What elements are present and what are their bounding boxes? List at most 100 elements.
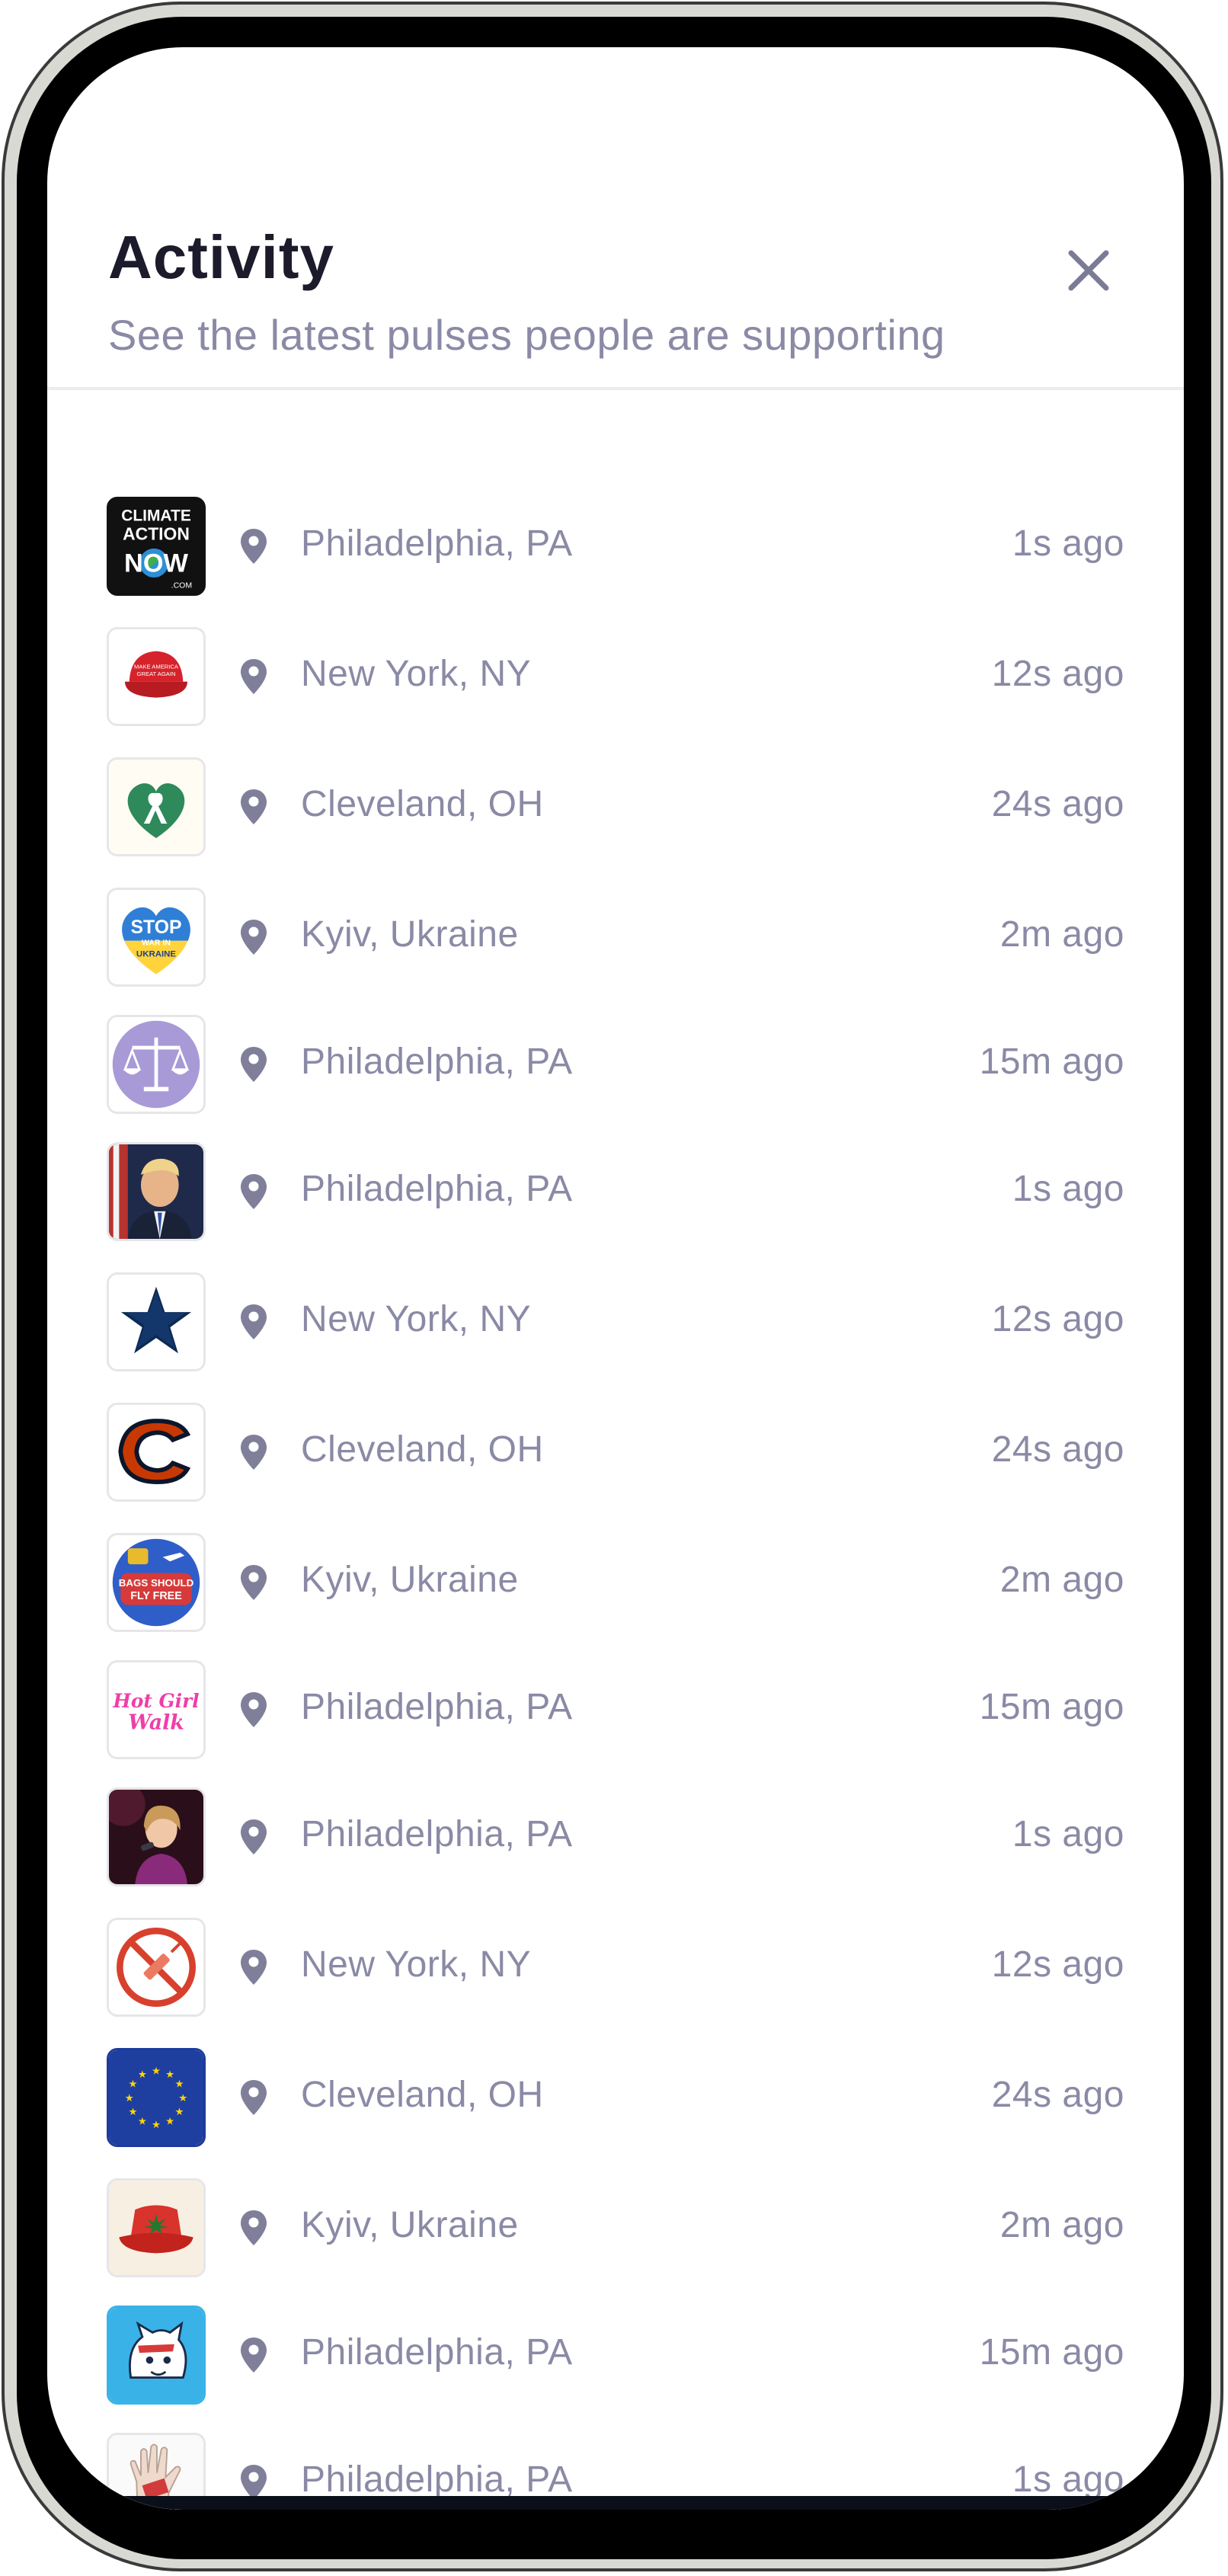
location-pin-icon xyxy=(241,2210,267,2245)
activity-row[interactable]: Philadelphia, PA 15m ago xyxy=(47,2306,1184,2405)
activity-time: 12s ago xyxy=(991,1944,1124,1985)
activity-location: Cleveland, OH xyxy=(301,2075,544,2115)
activity-time: 15m ago xyxy=(979,1042,1124,1082)
activity-time: 1s ago xyxy=(1012,1814,1124,1854)
activity-time: 1s ago xyxy=(1012,2459,1124,2500)
activity-row[interactable]: ★ ★ ★ ★ ★ ★ ★ ★ ★ ★ ★ ★ Cleveland, OH 24… xyxy=(47,2048,1184,2147)
location-pin-icon xyxy=(241,920,267,955)
svg-text:★: ★ xyxy=(138,2069,147,2081)
svg-text:★: ★ xyxy=(128,2107,137,2118)
svg-text:GREAT AGAIN: GREAT AGAIN xyxy=(137,670,176,677)
activity-time: 2m ago xyxy=(999,1560,1124,1600)
svg-text:CLIMATE: CLIMATE xyxy=(121,507,191,525)
activity-time: 15m ago xyxy=(979,2332,1124,2373)
svg-text:NOW: NOW xyxy=(124,549,188,578)
singer-photo xyxy=(107,1787,206,1886)
green-heart-ribbon-icon xyxy=(107,757,206,856)
activity-row[interactable]: New York, NY 12s ago xyxy=(47,1272,1184,1371)
activity-location: Kyiv, Ukraine xyxy=(301,914,519,955)
activity-time: 12s ago xyxy=(991,654,1124,694)
svg-text:★: ★ xyxy=(125,2093,134,2104)
svg-text:★: ★ xyxy=(152,2066,161,2077)
star-logo xyxy=(107,1272,206,1371)
activity-row[interactable]: New York, NY 12s ago xyxy=(47,1918,1184,2017)
activity-location: Philadelphia, PA xyxy=(301,1814,573,1854)
activity-location: Philadelphia, PA xyxy=(301,2332,573,2373)
activity-location: Cleveland, OH xyxy=(301,784,544,824)
activity-row[interactable]: MAKE AMERICA GREAT AGAIN New York, NY 12… xyxy=(47,627,1184,726)
svg-text:★: ★ xyxy=(165,2116,174,2127)
activity-screen: Activity See the latest pulses people ar… xyxy=(47,47,1184,2510)
location-pin-icon xyxy=(241,1174,267,1209)
activity-location: Philadelphia, PA xyxy=(301,1687,573,1727)
close-icon xyxy=(1068,250,1109,291)
location-pin-icon xyxy=(241,1565,267,1600)
page-subtitle: See the latest pulses people are support… xyxy=(108,311,945,359)
svg-text:UKRAINE: UKRAINE xyxy=(136,950,176,959)
activity-location: New York, NY xyxy=(301,654,532,694)
activity-time: 1s ago xyxy=(1012,523,1124,564)
activity-location: Cleveland, OH xyxy=(301,1429,544,1470)
activity-time: 24s ago xyxy=(991,2075,1124,2115)
svg-text:MAKE AMERICA: MAKE AMERICA xyxy=(134,664,179,670)
activity-row[interactable]: BAGS SHOULD FLY FREE Kyiv, Ukraine 2m ag… xyxy=(47,1533,1184,1632)
activity-row[interactable]: Cleveland, OH 24s ago xyxy=(47,1403,1184,1502)
activity-location: Philadelphia, PA xyxy=(301,523,573,564)
location-pin-icon xyxy=(241,2338,267,2373)
activity-time: 2m ago xyxy=(999,914,1124,955)
activity-row[interactable]: Philadelphia, PA 1s ago xyxy=(47,1787,1184,1886)
activity-row[interactable]: Hot Girl Walk Philadelphia, PA 15m ago xyxy=(47,1660,1184,1759)
svg-text:BAGS SHOULD: BAGS SHOULD xyxy=(119,1577,194,1589)
activity-location: New York, NY xyxy=(301,1944,532,1985)
location-pin-icon xyxy=(241,659,267,694)
svg-text:STOP: STOP xyxy=(130,917,181,938)
svg-text:★: ★ xyxy=(175,2079,184,2091)
svg-text:FLY FREE: FLY FREE xyxy=(130,1590,182,1602)
phone-device: Activity See the latest pulses people ar… xyxy=(0,0,1228,2576)
svg-text:★: ★ xyxy=(165,2069,174,2081)
activity-header: Activity See the latest pulses people ar… xyxy=(47,47,1184,390)
activity-time: 1s ago xyxy=(1012,1169,1124,1209)
activity-row[interactable]: STOP WAR IN UKRAINE Kyiv, Ukraine 2m ago xyxy=(47,888,1184,987)
climate-action-now-logo: CLIMATE ACTION NOW .COM xyxy=(107,497,206,596)
location-pin-icon xyxy=(241,789,267,824)
location-pin-icon xyxy=(241,1692,267,1727)
activity-time: 24s ago xyxy=(991,784,1124,824)
hot-girl-walk-logo: Hot Girl Walk xyxy=(107,1660,206,1759)
eu-flag: ★ ★ ★ ★ ★ ★ ★ ★ ★ ★ ★ ★ xyxy=(107,2048,206,2147)
activity-time: 15m ago xyxy=(979,1687,1124,1727)
activity-location: Philadelphia, PA xyxy=(301,1042,573,1082)
activity-location: Kyiv, Ukraine xyxy=(301,1560,519,1600)
tiger-mascot-logo xyxy=(107,2306,206,2405)
location-pin-icon xyxy=(241,1819,267,1854)
activity-row[interactable]: CLIMATE ACTION NOW .COM Philadelphia, PA… xyxy=(47,497,1184,596)
activity-time: 2m ago xyxy=(999,2205,1124,2245)
close-button[interactable] xyxy=(1054,236,1123,305)
activity-row[interactable]: Kyiv, Ukraine 2m ago xyxy=(47,2178,1184,2277)
activity-row[interactable]: Philadelphia, PA 15m ago xyxy=(47,1015,1184,1114)
activity-location: New York, NY xyxy=(301,1299,532,1339)
stop-war-heart-logo: STOP WAR IN UKRAINE xyxy=(107,888,206,987)
activity-location: Philadelphia, PA xyxy=(301,2459,573,2500)
activity-row[interactable]: Cleveland, OH 24s ago xyxy=(47,757,1184,856)
activity-time: 24s ago xyxy=(991,1429,1124,1470)
scales-of-justice-icon xyxy=(107,1015,206,1114)
portrait-photo xyxy=(107,1142,206,1241)
screen-bottom-edge xyxy=(47,2496,1184,2510)
location-pin-icon xyxy=(241,1435,267,1470)
svg-text:WAR IN: WAR IN xyxy=(142,939,171,947)
red-bucket-hat-image xyxy=(107,2178,206,2277)
red-cap-image: MAKE AMERICA GREAT AGAIN xyxy=(107,627,206,726)
activity-location: Philadelphia, PA xyxy=(301,1169,573,1209)
location-pin-icon xyxy=(241,2080,267,2115)
activity-time: 12s ago xyxy=(991,1299,1124,1339)
bags-should-fly-free-badge: BAGS SHOULD FLY FREE xyxy=(107,1533,206,1632)
svg-text:★: ★ xyxy=(138,2116,147,2127)
svg-text:ACTION: ACTION xyxy=(123,523,190,543)
svg-text:Walk: Walk xyxy=(128,1711,184,1735)
location-pin-icon xyxy=(241,1304,267,1339)
activity-location: Kyiv, Ukraine xyxy=(301,2205,519,2245)
letter-c-logo xyxy=(107,1403,206,1502)
activity-row[interactable]: Philadelphia, PA 1s ago xyxy=(47,1142,1184,1241)
svg-text:★: ★ xyxy=(178,2093,187,2104)
